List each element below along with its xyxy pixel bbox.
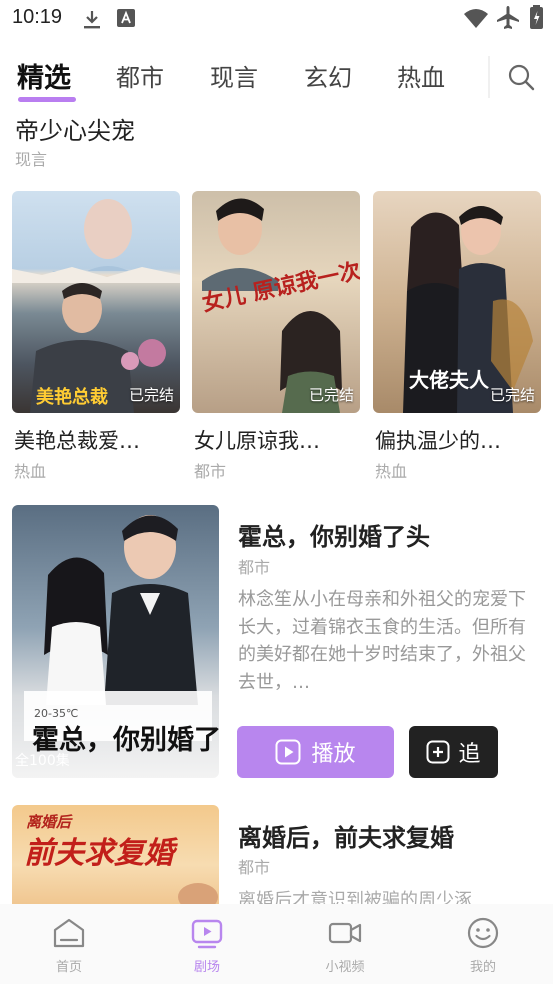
airplane-icon xyxy=(497,6,519,29)
drama-genre: 热血 xyxy=(375,462,408,481)
drama-card[interactable]: 女儿 原谅我一次 已完结 女儿原谅我… 都市 xyxy=(192,191,360,481)
poster-caption: 女儿 原谅我一次 xyxy=(200,258,360,317)
drama-title[interactable]: 偏执温少的… xyxy=(375,425,543,455)
feature-title[interactable]: 霍总，你别婚了头 xyxy=(238,517,430,552)
tab-modern-romance[interactable]: 现言 xyxy=(210,58,258,93)
home-icon xyxy=(53,918,85,948)
tab-divider xyxy=(488,56,490,98)
add-icon xyxy=(426,740,450,764)
drama-genre: 都市 xyxy=(194,462,227,481)
feature-description: 离婚后才意识到被骗的周少涿 xyxy=(238,890,472,904)
completed-badge: 已完结 xyxy=(308,386,354,404)
status-time: 10:19 xyxy=(12,6,63,28)
nav-short-video[interactable]: 小视频 xyxy=(276,904,414,984)
nav-profile[interactable]: 我的 xyxy=(414,904,552,984)
theater-icon xyxy=(191,919,223,949)
tab-fantasy[interactable]: 玄幻 xyxy=(304,58,352,93)
nav-label: 剧场 xyxy=(193,960,220,975)
active-tab-indicator xyxy=(18,97,76,102)
tab-featured[interactable]: 精选 xyxy=(17,56,71,95)
battery-icon xyxy=(530,5,543,29)
feature-genre: 都市 xyxy=(238,558,271,577)
poster-art: 女儿 原谅我一次 xyxy=(200,198,360,413)
poster-art: 20-35℃ 霍总，你别婚了头 xyxy=(24,515,219,756)
nav-home[interactable]: 首页 xyxy=(0,904,138,984)
poster-caption-top: 离婚后 xyxy=(26,813,73,831)
poster-art: 离婚后 前夫求复婚 xyxy=(24,813,218,905)
play-icon xyxy=(275,739,301,765)
drama-genre: 热血 xyxy=(14,462,47,481)
status-bar: 10:19 xyxy=(0,0,553,38)
feature-genre: 都市 xyxy=(238,858,271,877)
drama-genre: 现言 xyxy=(15,150,48,169)
search-icon[interactable] xyxy=(506,62,536,92)
play-label: 播放 xyxy=(311,742,356,767)
drama-card[interactable]: 美艳总裁 已完结 美艳总裁爱… 热血 xyxy=(12,191,180,481)
nav-label: 首页 xyxy=(55,960,82,975)
follow-label: 追 xyxy=(458,742,481,767)
wifi-icon xyxy=(464,9,488,28)
font-a-icon xyxy=(117,9,135,27)
drama-poster[interactable]: 大佬夫人 已完结 xyxy=(373,191,541,413)
episode-count: 全100集 xyxy=(15,753,70,769)
poster-temp: 20-35℃ xyxy=(34,707,78,720)
poster-caption: 大佬夫人 xyxy=(409,368,490,392)
nav-label: 我的 xyxy=(469,960,496,975)
feature-title[interactable]: 离婚后，前夫求复婚 xyxy=(238,818,454,853)
drama-card[interactable]: 大佬夫人 已完结 偏执温少的… 热血 xyxy=(373,191,541,481)
smile-face-icon xyxy=(467,917,499,949)
drama-poster[interactable]: 美艳总裁 已完结 xyxy=(12,191,180,413)
nav-theater[interactable]: 剧场 xyxy=(138,904,276,984)
drama-title[interactable]: 美艳总裁爱… xyxy=(14,425,182,455)
bottom-nav: 首页 剧场 小视频 我的 xyxy=(0,904,553,984)
nav-label: 小视频 xyxy=(325,960,365,975)
poster-caption: 前夫求复婚 xyxy=(24,836,178,871)
completed-badge: 已完结 xyxy=(128,386,174,404)
feature-poster[interactable]: 离婚后 前夫求复婚 xyxy=(12,805,219,905)
drama-poster[interactable]: 女儿 原谅我一次 已完结 xyxy=(192,191,360,413)
feature-description: 林念笙从小在母亲和外祖父的宠爱下长大，过着锦衣玉食的生活。但所有的美好都在她十岁… xyxy=(238,589,526,693)
poster-caption: 美艳总裁 xyxy=(36,386,108,408)
video-camera-icon xyxy=(328,922,362,944)
poster-art: 美艳总裁 xyxy=(12,199,180,413)
drama-title[interactable]: 帝少心尖宠 xyxy=(15,111,135,146)
category-tabs: 精选 都市 现言 玄幻 热血 xyxy=(0,52,553,104)
download-icon xyxy=(84,11,100,29)
follow-button[interactable]: 追 xyxy=(409,726,498,778)
feature-poster[interactable]: 20-35℃ 霍总，你别婚了头 全100集 xyxy=(12,505,219,778)
drama-title[interactable]: 女儿原谅我… xyxy=(194,425,362,455)
tab-action[interactable]: 热血 xyxy=(397,58,445,93)
tab-urban[interactable]: 都市 xyxy=(116,58,164,93)
poster-art: 大佬夫人 xyxy=(403,206,533,413)
completed-badge: 已完结 xyxy=(489,386,535,404)
play-button[interactable]: 播放 xyxy=(237,726,394,778)
